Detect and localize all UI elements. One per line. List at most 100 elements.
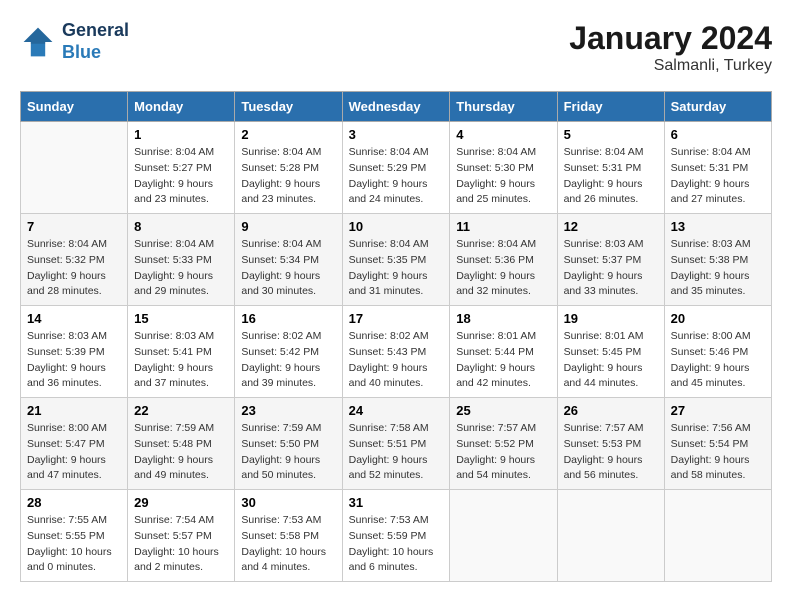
calendar-cell: 9Sunrise: 8:04 AMSunset: 5:34 PMDaylight… bbox=[235, 214, 342, 306]
day-number: 1 bbox=[134, 127, 228, 142]
day-detail: Sunrise: 7:56 AMSunset: 5:54 PMDaylight:… bbox=[671, 422, 751, 481]
day-detail: Sunrise: 8:04 AMSunset: 5:29 PMDaylight:… bbox=[349, 146, 429, 205]
day-detail: Sunrise: 8:03 AMSunset: 5:39 PMDaylight:… bbox=[27, 330, 107, 389]
calendar-cell: 19Sunrise: 8:01 AMSunset: 5:45 PMDayligh… bbox=[557, 306, 664, 398]
day-number: 11 bbox=[456, 219, 550, 234]
day-detail: Sunrise: 7:58 AMSunset: 5:51 PMDaylight:… bbox=[349, 422, 429, 481]
calendar-week-row: 14 Sunrise: 8:03 AMSunset: 5:39 PMDayligh… bbox=[21, 306, 772, 398]
calendar-cell: 1 Sunrise: 8:04 AMSunset: 5:27 PMDaylight… bbox=[128, 122, 235, 214]
weekday-header: Saturday bbox=[664, 92, 771, 122]
day-number: 12 bbox=[564, 219, 658, 234]
calendar-cell: 4 Sunrise: 8:04 AMSunset: 5:30 PMDaylight… bbox=[450, 122, 557, 214]
day-detail: Sunrise: 8:01 AMSunset: 5:44 PMDaylight:… bbox=[456, 330, 536, 389]
day-detail: Sunrise: 7:57 AMSunset: 5:52 PMDaylight:… bbox=[456, 422, 536, 481]
calendar-cell: 18 Sunrise: 8:01 AMSunset: 5:44 PMDayligh… bbox=[450, 306, 557, 398]
day-number: 6 bbox=[671, 127, 765, 142]
calendar-table: SundayMondayTuesdayWednesdayThursdayFrid… bbox=[20, 91, 772, 582]
day-detail: Sunrise: 8:04 AMSunset: 5:31 PMDaylight:… bbox=[564, 146, 644, 205]
month-title: January 2024 bbox=[569, 20, 772, 57]
day-detail: Sunrise: 8:02 AMSunset: 5:42 PMDaylight:… bbox=[241, 330, 321, 389]
calendar-cell: 7 Sunrise: 8:04 AMSunset: 5:32 PMDaylight… bbox=[21, 214, 128, 306]
day-detail: Sunrise: 8:00 AMSunset: 5:46 PMDaylight:… bbox=[671, 330, 751, 389]
calendar-cell: 13 Sunrise: 8:03 AMSunset: 5:38 PMDayligh… bbox=[664, 214, 771, 306]
day-detail: Sunrise: 7:57 AMSunset: 5:53 PMDaylight:… bbox=[564, 422, 644, 481]
logo: General Blue bbox=[20, 20, 129, 63]
day-number: 8 bbox=[134, 219, 228, 234]
calendar-cell: 12Sunrise: 8:03 AMSunset: 5:37 PMDayligh… bbox=[557, 214, 664, 306]
day-detail: Sunrise: 8:04 AMSunset: 5:33 PMDaylight:… bbox=[134, 238, 214, 297]
day-number: 13 bbox=[671, 219, 765, 234]
calendar-cell: 5 Sunrise: 8:04 AMSunset: 5:31 PMDaylight… bbox=[557, 122, 664, 214]
calendar-cell: 11Sunrise: 8:04 AMSunset: 5:36 PMDayligh… bbox=[450, 214, 557, 306]
calendar-week-row: 1 Sunrise: 8:04 AMSunset: 5:27 PMDaylight… bbox=[21, 122, 772, 214]
day-detail: Sunrise: 7:54 AMSunset: 5:57 PMDaylight:… bbox=[134, 514, 219, 573]
calendar-cell: 14 Sunrise: 8:03 AMSunset: 5:39 PMDayligh… bbox=[21, 306, 128, 398]
calendar-cell: 23 Sunrise: 7:59 AMSunset: 5:50 PMDayligh… bbox=[235, 398, 342, 490]
day-detail: Sunrise: 8:04 AMSunset: 5:32 PMDaylight:… bbox=[27, 238, 107, 297]
weekday-header: Tuesday bbox=[235, 92, 342, 122]
calendar-cell: 6 Sunrise: 8:04 AMSunset: 5:31 PMDaylight… bbox=[664, 122, 771, 214]
day-detail: Sunrise: 8:04 AMSunset: 5:34 PMDaylight:… bbox=[241, 238, 321, 297]
calendar-cell: 3 Sunrise: 8:04 AMSunset: 5:29 PMDaylight… bbox=[342, 122, 450, 214]
day-number: 26 bbox=[564, 403, 658, 418]
day-detail: Sunrise: 7:53 AMSunset: 5:58 PMDaylight:… bbox=[241, 514, 326, 573]
calendar-cell: 26 Sunrise: 7:57 AMSunset: 5:53 PMDayligh… bbox=[557, 398, 664, 490]
header-row: SundayMondayTuesdayWednesdayThursdayFrid… bbox=[21, 92, 772, 122]
day-number: 28 bbox=[27, 495, 121, 510]
location-title: Salmanli, Turkey bbox=[569, 57, 772, 75]
day-number: 18 bbox=[456, 311, 550, 326]
day-detail: Sunrise: 8:00 AMSunset: 5:47 PMDaylight:… bbox=[27, 422, 107, 481]
day-detail: Sunrise: 8:03 AMSunset: 5:41 PMDaylight:… bbox=[134, 330, 214, 389]
day-detail: Sunrise: 7:55 AMSunset: 5:55 PMDaylight:… bbox=[27, 514, 112, 573]
calendar-cell: 27 Sunrise: 7:56 AMSunset: 5:54 PMDayligh… bbox=[664, 398, 771, 490]
day-number: 23 bbox=[241, 403, 335, 418]
calendar-week-row: 21Sunrise: 8:00 AMSunset: 5:47 PMDayligh… bbox=[21, 398, 772, 490]
calendar-cell: 30 Sunrise: 7:53 AMSunset: 5:58 PMDayligh… bbox=[235, 490, 342, 582]
day-number: 14 bbox=[27, 311, 121, 326]
day-number: 30 bbox=[241, 495, 335, 510]
calendar-cell: 29 Sunrise: 7:54 AMSunset: 5:57 PMDayligh… bbox=[128, 490, 235, 582]
calendar-cell: 21Sunrise: 8:00 AMSunset: 5:47 PMDayligh… bbox=[21, 398, 128, 490]
calendar-cell: 22Sunrise: 7:59 AMSunset: 5:48 PMDayligh… bbox=[128, 398, 235, 490]
logo-icon bbox=[20, 24, 56, 60]
day-number: 3 bbox=[349, 127, 444, 142]
calendar-cell: 28 Sunrise: 7:55 AMSunset: 5:55 PMDayligh… bbox=[21, 490, 128, 582]
calendar-cell: 25Sunrise: 7:57 AMSunset: 5:52 PMDayligh… bbox=[450, 398, 557, 490]
page-header: General Blue January 2024 Salmanli, Turk… bbox=[20, 20, 772, 75]
weekday-header: Friday bbox=[557, 92, 664, 122]
calendar-cell bbox=[21, 122, 128, 214]
day-number: 7 bbox=[27, 219, 121, 234]
calendar-cell: 2Sunrise: 8:04 AMSunset: 5:28 PMDaylight… bbox=[235, 122, 342, 214]
day-detail: Sunrise: 7:59 AMSunset: 5:50 PMDaylight:… bbox=[241, 422, 321, 481]
day-number: 10 bbox=[349, 219, 444, 234]
weekday-header: Thursday bbox=[450, 92, 557, 122]
calendar-cell: 31Sunrise: 7:53 AMSunset: 5:59 PMDayligh… bbox=[342, 490, 450, 582]
calendar-cell: 17Sunrise: 8:02 AMSunset: 5:43 PMDayligh… bbox=[342, 306, 450, 398]
day-detail: Sunrise: 8:04 AMSunset: 5:27 PMDaylight:… bbox=[134, 146, 214, 205]
day-number: 16 bbox=[241, 311, 335, 326]
day-number: 27 bbox=[671, 403, 765, 418]
day-detail: Sunrise: 8:04 AMSunset: 5:35 PMDaylight:… bbox=[349, 238, 429, 297]
day-detail: Sunrise: 8:04 AMSunset: 5:30 PMDaylight:… bbox=[456, 146, 536, 205]
day-detail: Sunrise: 7:59 AMSunset: 5:48 PMDaylight:… bbox=[134, 422, 214, 481]
calendar-cell: 20Sunrise: 8:00 AMSunset: 5:46 PMDayligh… bbox=[664, 306, 771, 398]
title-area: January 2024 Salmanli, Turkey bbox=[569, 20, 772, 75]
calendar-cell: 8 Sunrise: 8:04 AMSunset: 5:33 PMDaylight… bbox=[128, 214, 235, 306]
day-detail: Sunrise: 8:04 AMSunset: 5:31 PMDaylight:… bbox=[671, 146, 751, 205]
logo-line2: Blue bbox=[62, 42, 129, 64]
calendar-cell bbox=[557, 490, 664, 582]
weekday-header: Sunday bbox=[21, 92, 128, 122]
day-detail: Sunrise: 8:02 AMSunset: 5:43 PMDaylight:… bbox=[349, 330, 429, 389]
day-number: 5 bbox=[564, 127, 658, 142]
day-number: 29 bbox=[134, 495, 228, 510]
day-detail: Sunrise: 7:53 AMSunset: 5:59 PMDaylight:… bbox=[349, 514, 434, 573]
day-number: 4 bbox=[456, 127, 550, 142]
calendar-cell: 10 Sunrise: 8:04 AMSunset: 5:35 PMDayligh… bbox=[342, 214, 450, 306]
calendar-body: 1 Sunrise: 8:04 AMSunset: 5:27 PMDaylight… bbox=[21, 122, 772, 582]
calendar-week-row: 7 Sunrise: 8:04 AMSunset: 5:32 PMDaylight… bbox=[21, 214, 772, 306]
calendar-cell: 15Sunrise: 8:03 AMSunset: 5:41 PMDayligh… bbox=[128, 306, 235, 398]
day-detail: Sunrise: 8:01 AMSunset: 5:45 PMDaylight:… bbox=[564, 330, 644, 389]
day-detail: Sunrise: 8:03 AMSunset: 5:38 PMDaylight:… bbox=[671, 238, 751, 297]
logo-line1: General bbox=[62, 20, 129, 42]
weekday-header: Monday bbox=[128, 92, 235, 122]
